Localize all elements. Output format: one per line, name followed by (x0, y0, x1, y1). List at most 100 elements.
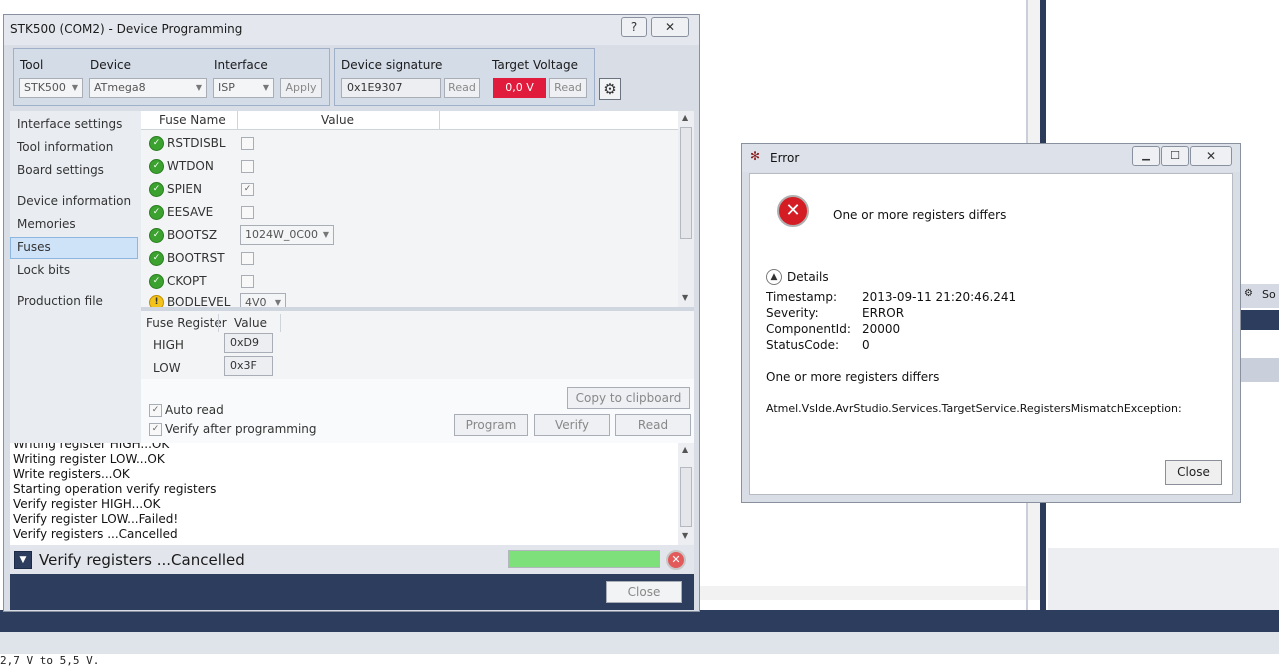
column-divider (280, 314, 281, 332)
fuse-checkbox-eesave[interactable] (241, 206, 254, 219)
log-line: Starting operation verify registers (13, 482, 217, 496)
nav-item-memories[interactable]: Memories (17, 217, 76, 231)
nav-item-tool-information[interactable]: Tool information (17, 140, 113, 154)
ide-horizontal-scrollbar[interactable] (700, 586, 1028, 600)
fuse-name: CKOPT (167, 274, 207, 288)
scroll-up-icon: ▲ (682, 445, 689, 454)
ide-solution-explorer-tab[interactable]: ⚙ So (1240, 284, 1279, 308)
details-toggle-button[interactable]: ▲ (766, 269, 782, 285)
ok-icon: ✓ (149, 159, 164, 174)
register-name-column-header[interactable]: Fuse Register (146, 316, 227, 330)
fuse-row: ✓ BOOTRST (149, 250, 669, 270)
fuse-checkbox-rstdisbl[interactable] (241, 137, 254, 150)
register-value-column-header[interactable]: Value (234, 316, 267, 330)
fuse-checkbox-ckopt[interactable] (241, 275, 254, 288)
column-divider (439, 111, 440, 129)
log-lines: Writing register HIGH...OK Writing regis… (10, 443, 678, 545)
minimize-button[interactable]: ▁ (1132, 146, 1160, 166)
nav-item-production-file[interactable]: Production file (17, 294, 103, 308)
detail-value: 2013-09-11 21:20:46.241 (862, 290, 1017, 304)
app-icon: ✻ (750, 149, 761, 163)
ide-side-toolbar (1240, 310, 1279, 330)
program-button[interactable]: Program (454, 414, 528, 436)
device-label: Device (90, 58, 132, 72)
log-line: Verify registers ...Cancelled (13, 527, 178, 541)
nav-item-device-information[interactable]: Device information (17, 194, 131, 208)
auto-read-checkbox[interactable]: ✓ (149, 404, 162, 417)
ide-output-titlebar (0, 610, 1279, 632)
device-programming-dialog: STK500 (COM2) - Device Programming ? ✕ T… (3, 14, 700, 612)
ok-icon: ✓ (149, 274, 164, 289)
warning-icon: ! (149, 295, 164, 307)
fuse-value-column-header[interactable]: Value (321, 113, 354, 127)
chevron-down-icon: ▼ (195, 83, 202, 92)
fuse-row: ✓ BOOTSZ 1024W_0C00 ▼ (149, 225, 669, 247)
fuse-name: RSTDISBL (167, 136, 226, 150)
dialog-close-x-button[interactable]: ✕ (651, 17, 689, 37)
scroll-thumb[interactable] (680, 127, 692, 239)
chevron-up-icon: ▲ (770, 272, 778, 282)
ok-icon: ✓ (149, 205, 164, 220)
register-value-low[interactable]: 0x3F (224, 356, 273, 376)
fuse-checkbox-bootrst[interactable] (241, 252, 254, 265)
maximize-button[interactable]: ☐ (1161, 146, 1189, 166)
error-title: Error (770, 151, 800, 165)
dialog-titlebar[interactable]: STK500 (COM2) - Device Programming ? ✕ (4, 15, 699, 45)
voltage-read-button[interactable]: Read (549, 78, 587, 98)
signature-value: 0x1E9307 (341, 78, 441, 98)
device-select[interactable]: ATmega8 ▼ (89, 78, 207, 98)
cancel-operation-button[interactable]: ✕ (666, 550, 686, 570)
error-icon: ✕ (777, 195, 809, 227)
log-scrollbar[interactable]: ▲ ▼ (678, 443, 694, 545)
register-value-high[interactable]: 0xD9 (224, 333, 273, 353)
detail-value: 20000 (862, 322, 901, 336)
fuse-checkbox-spien[interactable]: ✓ (241, 183, 254, 196)
fuse-name-column-header[interactable]: Fuse Name (159, 113, 226, 127)
gear-icon: ⚙ (603, 80, 617, 98)
voltage-value: 0,0 V (493, 78, 546, 98)
detail-key: Timestamp: (766, 290, 838, 304)
nav-item-lock-bits[interactable]: Lock bits (17, 263, 70, 277)
fuse-select-bootsz[interactable]: 1024W_0C00 ▼ (240, 225, 334, 245)
error-titlebar[interactable]: ✻ Error ▁ ☐ ✕ (742, 144, 1240, 172)
verify-after-programming-checkbox[interactable]: ✓ (149, 423, 162, 436)
verify-button[interactable]: Verify (534, 414, 610, 436)
settings-gear-button[interactable]: ⚙ (599, 78, 621, 100)
signature-label: Device signature (341, 58, 443, 72)
fuse-row: ✓ EESAVE (149, 204, 669, 224)
register-name-low: LOW (153, 361, 181, 375)
expand-log-button[interactable]: ▼ (14, 551, 32, 569)
tool-label: Tool (20, 58, 44, 72)
read-button[interactable]: Read (615, 414, 691, 436)
scroll-down-icon: ▼ (682, 293, 689, 302)
ide-properties-area (1048, 548, 1279, 610)
nav-item-fuses[interactable]: Fuses (17, 240, 51, 254)
fuse-list-scrollbar[interactable]: ▲ ▼ (678, 111, 694, 307)
chevron-down-icon: ▼ (274, 298, 281, 307)
apply-button[interactable]: Apply (280, 78, 322, 98)
detail-value: ERROR (862, 306, 905, 320)
interface-select-value: ISP (218, 81, 235, 94)
error-close-x-button[interactable]: ✕ (1190, 146, 1232, 166)
details-label[interactable]: Details (787, 270, 829, 284)
close-button[interactable]: Close (606, 581, 682, 603)
nav-item-interface-settings[interactable]: Interface settings (17, 117, 122, 131)
ok-icon: ✓ (149, 182, 164, 197)
copy-to-clipboard-button[interactable]: Copy to clipboard (567, 387, 690, 409)
interface-label: Interface (214, 58, 268, 72)
chevron-down-icon: ▼ (71, 83, 78, 92)
scroll-thumb[interactable] (680, 467, 692, 527)
auto-read-label: Auto read (165, 403, 224, 417)
nav-item-board-settings[interactable]: Board settings (17, 163, 104, 177)
fuse-select-bodlevel[interactable]: 4V0 ▼ (240, 293, 286, 307)
error-close-button[interactable]: Close (1165, 460, 1222, 485)
fuse-checkbox-wtdon[interactable] (241, 160, 254, 173)
ok-icon: ✓ (149, 251, 164, 266)
signature-read-button[interactable]: Read (444, 78, 480, 98)
fuse-row: ✓ RSTDISBL (149, 135, 669, 155)
tool-select[interactable]: STK500 ▼ (19, 78, 83, 98)
error-message-detail: One or more registers differs (766, 370, 940, 384)
help-button[interactable]: ? (621, 17, 647, 37)
interface-select[interactable]: ISP ▼ (213, 78, 274, 98)
fuse-select-value: 1024W_0C00 (245, 228, 319, 241)
